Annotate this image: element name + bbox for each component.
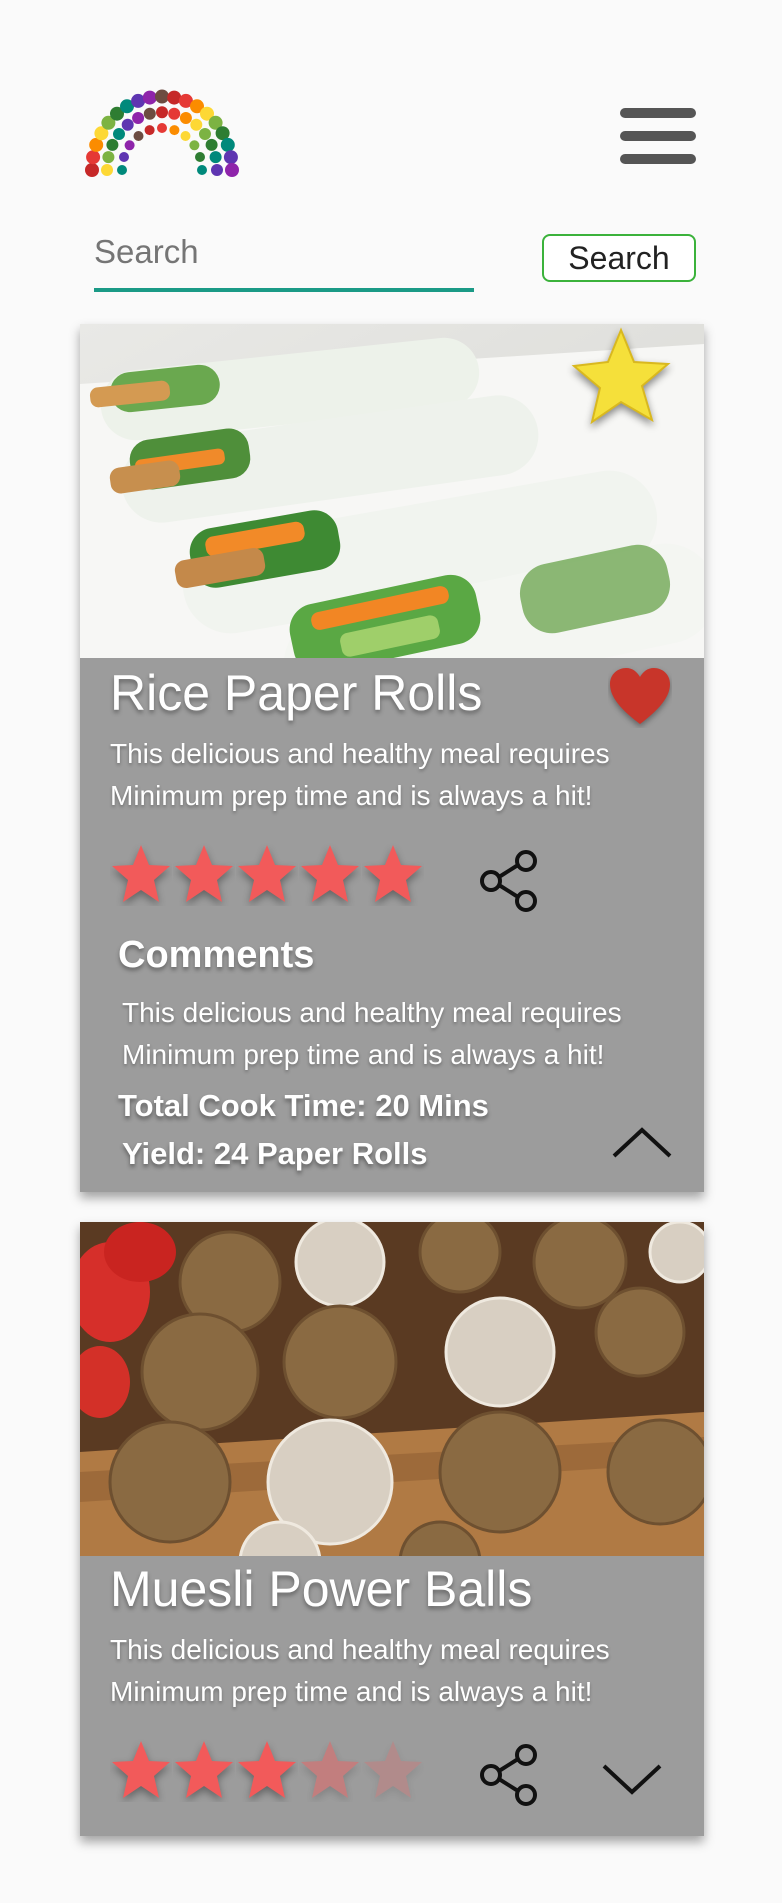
description-line: This delicious and healthy meal requires <box>110 1634 610 1665</box>
comments-line: This delicious and healthy meal requires <box>122 997 622 1028</box>
logo-fruit-dot <box>132 112 145 124</box>
logo-fruit-dot <box>180 131 191 141</box>
logo-fruit-dot <box>106 138 119 151</box>
logo-fruit-dot <box>190 118 203 131</box>
comments-heading: Comments <box>118 934 315 976</box>
logo-fruit-dot <box>86 150 101 165</box>
logo-fruit-dot <box>179 112 192 124</box>
rating-star-icon[interactable] <box>173 842 235 906</box>
description-line: Minimum prep time and is always a hit! <box>110 780 593 811</box>
heart-icon[interactable] <box>608 666 672 728</box>
logo-fruit-dot <box>211 164 223 176</box>
muesli-ball <box>648 1222 704 1284</box>
logo-fruit-dot <box>155 89 169 104</box>
rating-stars[interactable] <box>110 1738 430 1808</box>
rating-star-icon[interactable] <box>110 842 172 906</box>
rating-star-icon[interactable] <box>362 842 424 906</box>
logo-fruit-dot <box>205 138 218 151</box>
rating-star-icon[interactable] <box>110 1738 172 1802</box>
logo-fruit-dot <box>142 90 157 105</box>
rating-star-icon[interactable] <box>173 1738 235 1802</box>
muesli-ball <box>606 1418 704 1526</box>
rating-star-icon[interactable] <box>236 1738 298 1802</box>
yield: Yield: 24 Paper Rolls <box>122 1136 428 1171</box>
rating-star-icon[interactable] <box>362 1738 424 1802</box>
logo-fruit-dot <box>209 151 222 164</box>
rating-star-icon[interactable] <box>236 842 298 906</box>
chevron-up-icon[interactable] <box>610 1124 674 1160</box>
rating-star-icon[interactable] <box>299 842 361 906</box>
cook-time: Total Cook Time: 20 Mins <box>118 1088 489 1123</box>
description-line: This delicious and healthy meal requires <box>110 738 610 769</box>
muesli-ball <box>108 1420 232 1544</box>
logo-fruit-dot <box>199 128 211 140</box>
logo-fruit-dot <box>143 107 156 120</box>
logo-fruit-dot <box>197 165 207 175</box>
recipe-card-muesli-power-balls: Muesli Power Balls This delicious and he… <box>80 1222 704 1836</box>
logo-fruit-dot <box>101 164 113 176</box>
logo-fruit-dot <box>168 107 181 120</box>
recipe-title: Rice Paper Rolls <box>110 665 483 721</box>
logo-fruit-dot <box>133 131 144 141</box>
logo-fruit-dot <box>113 128 125 140</box>
logo-fruit-dot <box>102 151 115 164</box>
logo-fruit-dot <box>223 150 238 165</box>
logo <box>80 82 244 178</box>
logo-fruit-dot <box>220 137 235 152</box>
logo-fruit-dot <box>119 152 129 162</box>
logo-fruit-dot <box>117 165 127 175</box>
rating-stars[interactable] <box>110 842 430 912</box>
muesli-ball <box>140 1312 260 1432</box>
recipe-title: Muesli Power Balls <box>110 1561 533 1617</box>
logo-fruit-dot <box>156 106 168 119</box>
logo-fruit-dot <box>189 140 200 151</box>
search-input[interactable] <box>94 228 474 276</box>
recipe-description: This delicious and healthy meal requires… <box>110 1629 670 1713</box>
muesli-ball <box>418 1222 502 1294</box>
description-line: Minimum prep time and is always a hit! <box>110 1676 593 1707</box>
share-icon[interactable] <box>478 1742 544 1808</box>
hamburger-menu-icon[interactable] <box>620 108 696 164</box>
search-field[interactable] <box>94 222 474 292</box>
muesli-ball <box>282 1304 398 1420</box>
rating-star-icon[interactable] <box>299 1738 361 1802</box>
logo-fruit-dot <box>124 140 135 151</box>
comments-text: This delicious and healthy meal requires… <box>122 992 622 1076</box>
search-button[interactable]: Search <box>542 234 696 282</box>
logo-fruit-dot <box>121 118 134 131</box>
muesli-ball <box>444 1296 556 1408</box>
muesli-ball <box>594 1286 686 1378</box>
logo-fruit-dot <box>85 163 99 177</box>
logo-fruit-dot <box>195 152 205 162</box>
recipe-card-rice-paper-rolls: Rice Paper Rolls This delicious and heal… <box>80 324 704 1192</box>
muesli-ball <box>532 1222 628 1310</box>
logo-fruit-dot <box>169 125 180 136</box>
muesli-ball <box>438 1410 562 1534</box>
muesli-power-balls-photo <box>80 1222 704 1556</box>
logo-fruit-dot <box>157 123 167 133</box>
favorite-star-icon[interactable] <box>566 324 676 434</box>
chevron-down-icon[interactable] <box>600 1762 664 1798</box>
muesli-ball <box>294 1222 386 1308</box>
recipe-description: This delicious and healthy meal requires… <box>110 733 670 817</box>
logo-fruit-dot <box>225 163 239 177</box>
share-icon[interactable] <box>478 848 544 914</box>
comments-line: Minimum prep time and is always a hit! <box>122 1039 605 1070</box>
logo-fruit-dot <box>144 125 155 136</box>
